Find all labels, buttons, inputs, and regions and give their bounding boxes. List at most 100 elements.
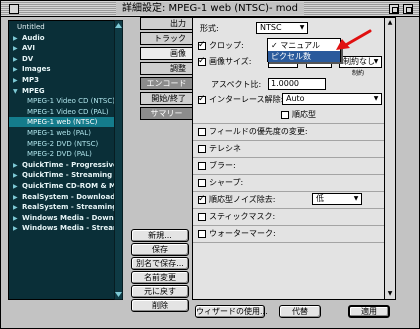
crop-label: クロップ: bbox=[209, 41, 244, 50]
image-size-label: 画像サイズ: bbox=[209, 57, 252, 66]
divider bbox=[193, 242, 384, 243]
adaptive-checkbox[interactable] bbox=[281, 111, 289, 119]
divider bbox=[193, 140, 384, 141]
divider bbox=[193, 174, 384, 175]
stick-mask-checkbox[interactable] bbox=[198, 213, 206, 221]
settings-scrollbar[interactable]: ▲ ▼ bbox=[385, 17, 396, 300]
collapse-box-icon[interactable] bbox=[403, 4, 413, 14]
save-as-button[interactable]: 別名で保存... bbox=[131, 257, 189, 270]
tree-item[interactable]: MPEG-1 web (NTSC) bbox=[9, 117, 122, 128]
tree-item[interactable]: MPEG-1 Video CD (PAL) bbox=[9, 107, 122, 117]
watermark-checkbox[interactable] bbox=[198, 230, 206, 238]
crop-menu-item-pixels[interactable]: ピクセル数 bbox=[268, 51, 340, 62]
tab-0[interactable]: 出力 bbox=[140, 17, 192, 30]
tree-item[interactable]: ▶ Windows Media - Stream bbox=[9, 223, 122, 234]
crop-checkbox[interactable] bbox=[198, 40, 206, 50]
constraint-caption: 制約 bbox=[352, 70, 365, 77]
image-size-checkbox[interactable] bbox=[198, 56, 206, 66]
deinterlace-value: Auto bbox=[286, 94, 305, 103]
divider bbox=[193, 208, 384, 209]
delete-button[interactable]: 削除 bbox=[131, 299, 189, 312]
tree-scrollbar-track[interactable] bbox=[113, 19, 124, 301]
constraint-value: 制約なし bbox=[343, 57, 375, 66]
disclosure-triangle-icon[interactable]: ▶ bbox=[13, 44, 22, 54]
tree-item[interactable]: ▶ DV bbox=[9, 54, 122, 65]
zoom-box-icon[interactable] bbox=[389, 4, 399, 14]
watermark-label: ウォーターマーク: bbox=[209, 229, 276, 238]
popup-arrow-icon: ▼ bbox=[299, 24, 305, 31]
disclosure-triangle-icon[interactable]: ▶ bbox=[13, 224, 22, 234]
format-label: 形式: bbox=[200, 24, 219, 33]
disclosure-triangle-icon[interactable]: ▼ bbox=[13, 87, 22, 97]
tab-6[interactable]: サマリー bbox=[140, 107, 192, 120]
noise-level-value: 低 bbox=[316, 194, 324, 203]
tree-item[interactable]: ▶ Audio bbox=[9, 33, 122, 44]
aspect-field[interactable]: 1.0000 bbox=[268, 78, 326, 90]
field-order-checkbox[interactable] bbox=[198, 128, 206, 136]
tab-3[interactable]: 調整 bbox=[140, 62, 192, 75]
title-bar[interactable]: 詳細設定: MPEG-1 web (NTSC)- mod bbox=[1, 1, 419, 17]
tree-item-label: MPEG bbox=[22, 86, 45, 95]
tree-item[interactable]: MPEG-1 Video CD (NTSC) bbox=[9, 96, 122, 106]
tab-2[interactable]: 画像 bbox=[140, 47, 192, 60]
tree-item[interactable]: ▶ RealSystem - Streaming bbox=[9, 202, 122, 213]
tree-item[interactable]: ▶ Windows Media - Downlo bbox=[9, 213, 122, 224]
disclosure-triangle-icon[interactable]: ▶ bbox=[13, 34, 22, 44]
tab-4[interactable]: エンコード bbox=[140, 77, 192, 90]
close-box-icon[interactable] bbox=[9, 4, 19, 14]
disclosure-triangle-icon[interactable]: ▶ bbox=[13, 182, 22, 192]
tree-item-label: MPEG-1 web (NTSC) bbox=[27, 118, 98, 127]
disclosure-triangle-icon[interactable]: ▶ bbox=[13, 203, 22, 213]
tree-item[interactable]: ▶ QuickTime - Streaming bbox=[9, 170, 122, 181]
new-button[interactable]: 新規... bbox=[131, 229, 189, 242]
deinterlace-checkbox[interactable] bbox=[198, 94, 206, 104]
format-value: NTSC bbox=[260, 23, 282, 32]
disclosure-triangle-icon[interactable]: ▶ bbox=[13, 193, 22, 203]
telecine-label: テレシネ bbox=[209, 144, 241, 153]
tree-item-label: RealSystem - Streaming bbox=[22, 203, 118, 212]
disclosure-triangle-icon[interactable]: ▶ bbox=[13, 65, 22, 75]
blur-checkbox[interactable] bbox=[198, 162, 206, 170]
disclosure-triangle-icon[interactable]: ▶ bbox=[13, 214, 22, 224]
popup-arrow-icon: ▼ bbox=[373, 95, 379, 102]
disclosure-triangle-icon[interactable]: ▶ bbox=[13, 76, 22, 86]
tree-item[interactable]: MPEG-1 web (PAL) bbox=[9, 128, 122, 138]
revert-button[interactable]: 元に戻す bbox=[131, 285, 189, 298]
tree-item[interactable]: ▶ RealSystem - Download bbox=[9, 192, 122, 203]
tree-item[interactable]: ▶ Images bbox=[9, 64, 122, 75]
tree-item[interactable]: ▶ MP3 bbox=[9, 75, 122, 86]
tree-item[interactable]: ▶ QuickTime CD-ROM & Mul bbox=[9, 181, 122, 192]
sharpen-checkbox[interactable] bbox=[198, 179, 206, 187]
tab-1[interactable]: トラック bbox=[140, 32, 192, 45]
disclosure-triangle-icon[interactable]: ▶ bbox=[13, 55, 22, 65]
tree-item[interactable]: ▶ QuickTime - Progressive bbox=[9, 160, 122, 171]
tree-item[interactable]: ▼ MPEG bbox=[9, 86, 122, 97]
apply-button[interactable]: 適用 bbox=[348, 305, 390, 318]
constraint-select[interactable]: 制約なし ▼ bbox=[339, 56, 382, 68]
wizard-button[interactable]: ウィザードの使用... bbox=[195, 305, 268, 318]
tree-item[interactable]: Untitled bbox=[9, 22, 122, 32]
tree-scrollbar[interactable] bbox=[113, 19, 124, 301]
noise-reduction-label: 順応型ノイズ除去: bbox=[209, 195, 276, 204]
format-select[interactable]: NTSC ▼ bbox=[256, 22, 308, 34]
scroll-up-arrow-icon[interactable]: ▲ bbox=[386, 19, 394, 27]
save-button[interactable]: 保存 bbox=[131, 243, 189, 256]
disclosure-triangle-icon[interactable]: ▶ bbox=[13, 161, 22, 171]
noise-level-select[interactable]: 低 ▼ bbox=[312, 193, 362, 205]
rename-button[interactable]: 名前変更 bbox=[131, 271, 189, 284]
tab-5[interactable]: 開始/終了 bbox=[140, 92, 192, 105]
preset-tree[interactable]: Untitled ▶ Audio ▶ AVI ▶ DV ▶ Images ▶ MP3 ▼ MPEG MPE… bbox=[8, 20, 123, 300]
disclosure-triangle-icon[interactable]: ▶ bbox=[13, 171, 22, 181]
substitute-button[interactable]: 代替 bbox=[279, 305, 321, 318]
tree-item-label: DV bbox=[22, 54, 34, 63]
tree-item[interactable]: ▶ AVI bbox=[9, 43, 122, 54]
scroll-down-arrow-icon[interactable]: ▼ bbox=[386, 290, 394, 298]
tree-item-label: QuickTime - Progressive bbox=[22, 160, 118, 169]
deinterlace-select[interactable]: Auto ▼ bbox=[282, 93, 382, 105]
telecine-checkbox[interactable] bbox=[198, 145, 206, 153]
aspect-label: アスペクト比: bbox=[211, 80, 262, 89]
tree-item[interactable]: MPEG-2 DVD (PAL) bbox=[9, 149, 122, 159]
noise-reduction-checkbox[interactable] bbox=[198, 194, 206, 204]
tree-item[interactable]: MPEG-2 DVD (NTSC) bbox=[9, 139, 122, 149]
tree-item-label: MPEG-1 Video CD (NTSC) bbox=[27, 97, 115, 106]
